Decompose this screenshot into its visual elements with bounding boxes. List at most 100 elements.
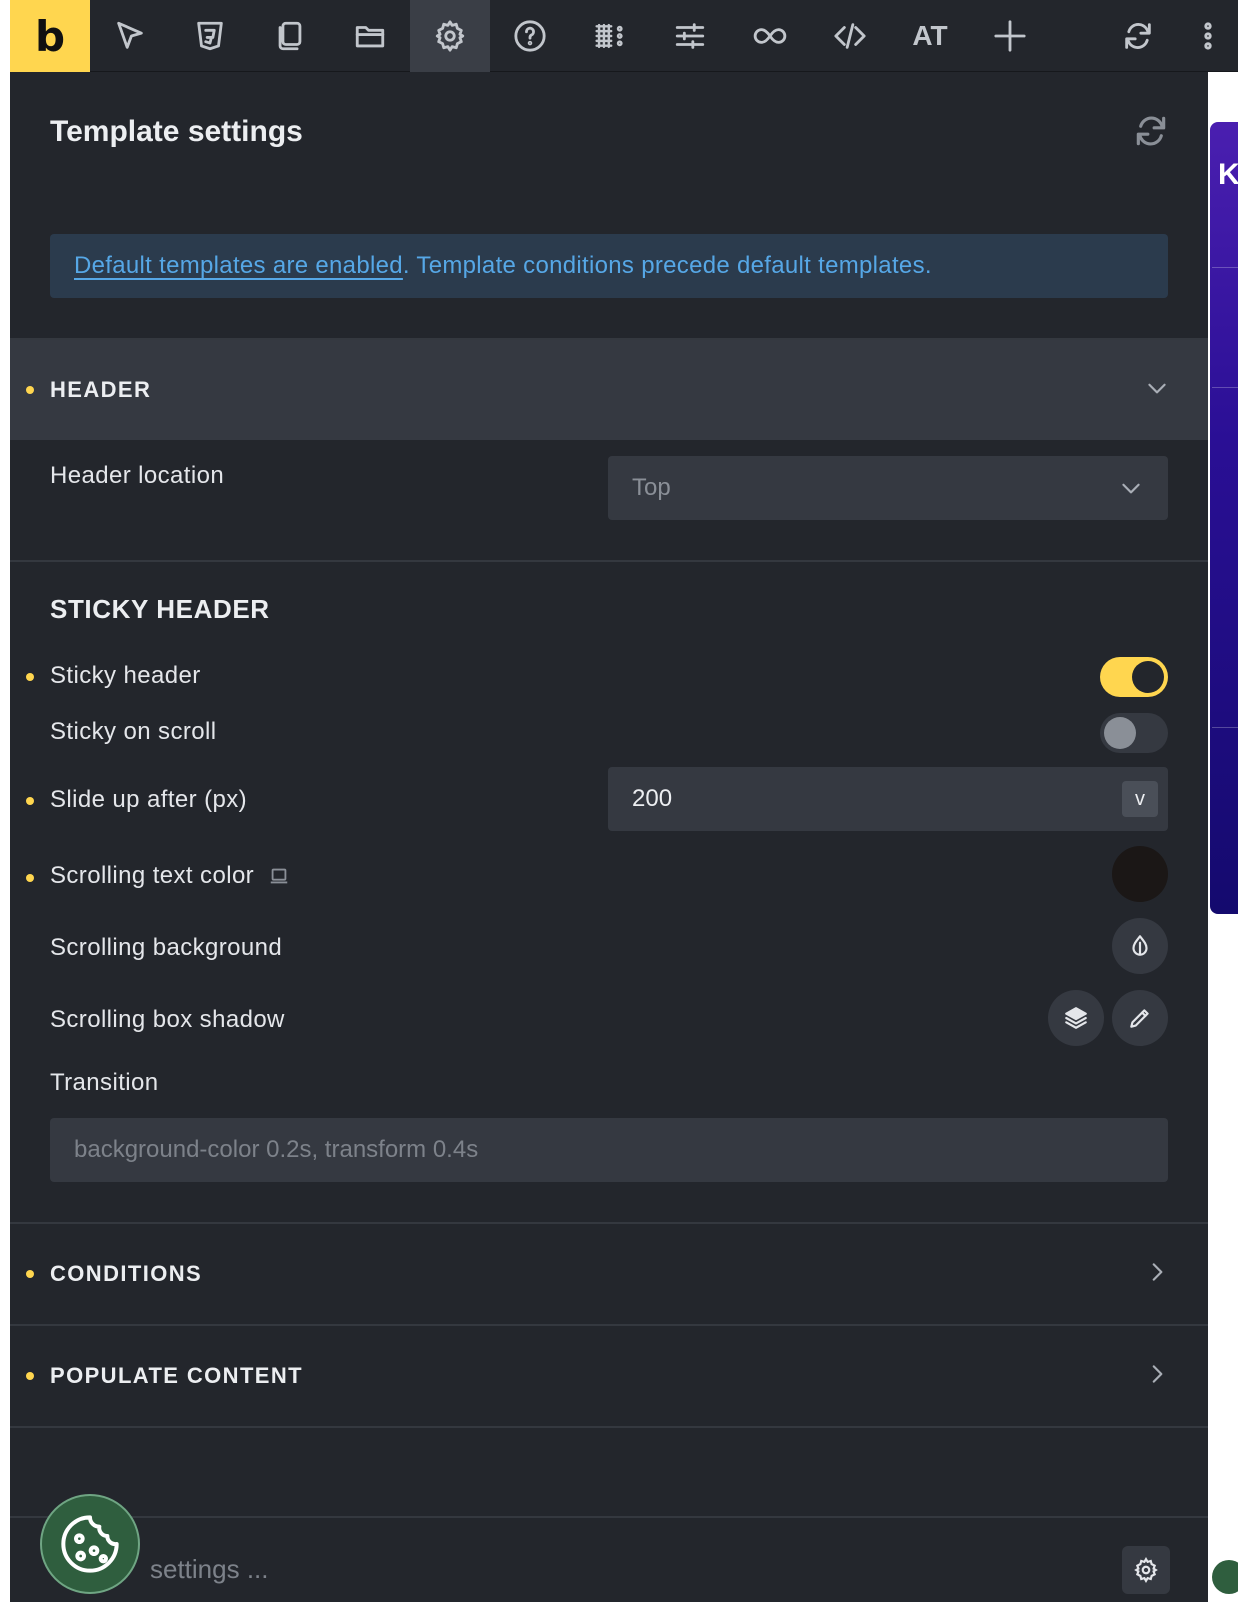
help-button[interactable] <box>490 0 570 72</box>
sliders-icon <box>675 23 705 49</box>
scrolling-text-color-swatch[interactable] <box>1112 846 1168 902</box>
revisions-button[interactable] <box>1098 0 1178 72</box>
preview-badge <box>1212 1560 1238 1594</box>
group-conditions-toggle[interactable]: CONDITIONS <box>10 1224 1208 1324</box>
toggle-knob <box>1132 661 1164 693</box>
code-button[interactable] <box>810 0 890 72</box>
divider <box>10 1426 1208 1428</box>
theme-styles-button[interactable] <box>650 0 730 72</box>
at-label: AT <box>912 20 948 51</box>
infinity-icon <box>753 28 787 44</box>
help-icon <box>514 20 546 52</box>
header-location-value: Top <box>632 474 671 501</box>
reset-settings-button[interactable] <box>1132 112 1170 155</box>
modified-indicator <box>26 797 34 805</box>
slide-up-input[interactable]: 200 v <box>608 767 1168 831</box>
panel-settings-button[interactable] <box>1122 1546 1170 1594</box>
modified-indicator <box>26 1270 34 1278</box>
sticky-header-label: Sticky header <box>50 662 201 689</box>
preview-divider <box>1212 727 1238 728</box>
folder-icon <box>355 26 385 48</box>
chevron-down-icon <box>1122 483 1140 494</box>
settings-search-input[interactable]: settings ... <box>150 1554 269 1585</box>
desktop-breakpoint-icon <box>270 868 288 884</box>
sticky-on-scroll-toggle[interactable] <box>1100 713 1168 753</box>
modified-indicator <box>26 673 34 681</box>
gear-icon <box>435 20 465 52</box>
sticky-header-section-title: STICKY HEADER <box>50 594 270 624</box>
scrolling-background-button[interactable] <box>1112 918 1168 974</box>
default-templates-link[interactable]: Default templates are enabled <box>74 252 403 280</box>
preview-canvas[interactable]: K <box>1208 72 1238 1602</box>
kebab-icon <box>1204 22 1212 50</box>
preview-divider <box>1212 267 1238 268</box>
plus-icon <box>994 20 1026 52</box>
layers-icon <box>1065 1007 1087 1029</box>
grid-icon <box>595 23 623 49</box>
transition-placeholder: background-color 0.2s, transform 0.4s <box>74 1136 479 1163</box>
scrolling-text-color-label: Scrolling text color <box>50 862 290 890</box>
scrolling-box-shadow-label: Scrolling box shadow <box>50 1006 285 1033</box>
reset-icon <box>1136 116 1166 146</box>
refresh-icon <box>1125 23 1151 49</box>
top-toolbar: b AT <box>10 0 1238 72</box>
modified-indicator <box>26 874 34 882</box>
header-location-label: Header location <box>50 462 225 489</box>
logo-button[interactable]: b <box>10 0 90 72</box>
modified-indicator <box>26 386 34 394</box>
css-button[interactable] <box>170 0 250 72</box>
chevron-down-icon <box>1144 375 1170 406</box>
pages-button[interactable] <box>250 0 330 72</box>
group-header-label: HEADER <box>50 377 152 402</box>
preview-divider <box>1212 387 1238 388</box>
notice-text: . Template conditions precede default te… <box>402 252 932 279</box>
slide-up-value: 200 <box>632 785 673 812</box>
toggle-knob <box>1104 717 1136 749</box>
sticky-on-scroll-label: Sticky on scroll <box>50 718 217 745</box>
at-button[interactable]: AT <box>890 0 970 72</box>
transition-input[interactable]: background-color 0.2s, transform 0.4s <box>50 1118 1168 1182</box>
divider <box>10 560 1208 562</box>
pages-icon <box>278 21 302 51</box>
box-shadow-edit-button[interactable] <box>1112 990 1168 1046</box>
preview-hero-text: K <box>1218 158 1238 191</box>
code-icon <box>834 23 866 49</box>
pencil-icon <box>1130 1009 1149 1028</box>
header-location-select[interactable]: Top <box>608 456 1168 520</box>
sticky-header-toggle[interactable] <box>1100 657 1168 697</box>
panel-title: Template settings <box>50 115 303 148</box>
scrolling-background-label: Scrolling background <box>50 934 283 961</box>
chevron-right-icon <box>1144 1361 1170 1392</box>
templates-button[interactable] <box>330 0 410 72</box>
add-element-button[interactable] <box>970 0 1050 72</box>
chevron-right-icon <box>1144 1259 1170 1290</box>
element-select-button[interactable] <box>90 0 170 72</box>
group-header-toggle[interactable]: HEADER <box>10 340 1208 440</box>
modified-indicator <box>26 1372 34 1380</box>
css3-icon <box>197 21 223 51</box>
transition-label: Transition <box>50 1069 159 1096</box>
box-shadow-layers-button[interactable] <box>1048 990 1104 1046</box>
gear-icon <box>1134 1557 1158 1583</box>
group-populate-label: POPULATE CONTENT <box>50 1363 303 1388</box>
droplet-icon <box>1132 935 1148 956</box>
scrolling-text-color-text: Scrolling text color <box>50 862 255 889</box>
group-populate-toggle[interactable]: POPULATE CONTENT <box>10 1326 1208 1426</box>
more-button[interactable] <box>1178 0 1238 72</box>
cookie-consent-button[interactable] <box>40 1494 140 1594</box>
group-conditions-label: CONDITIONS <box>50 1261 203 1286</box>
unit-selector[interactable]: v <box>1122 781 1158 817</box>
slide-up-label: Slide up after (px) <box>50 786 248 813</box>
settings-search-bar: settings ... <box>10 1516 1208 1602</box>
settings-button[interactable] <box>410 0 490 72</box>
breakpoints-button[interactable] <box>570 0 650 72</box>
dynamic-data-button[interactable] <box>730 0 810 72</box>
panel-header: Template settings <box>10 72 1208 202</box>
template-settings-panel: Template settings Default templates are … <box>10 72 1208 1602</box>
preview-hero-section: K <box>1210 122 1238 914</box>
default-templates-notice: Default templates are enabled. Template … <box>50 234 1168 298</box>
cookie-icon <box>61 1515 119 1573</box>
cursor-icon <box>117 21 143 49</box>
builder-app: b AT Template settings Default templates… <box>0 0 1238 1602</box>
